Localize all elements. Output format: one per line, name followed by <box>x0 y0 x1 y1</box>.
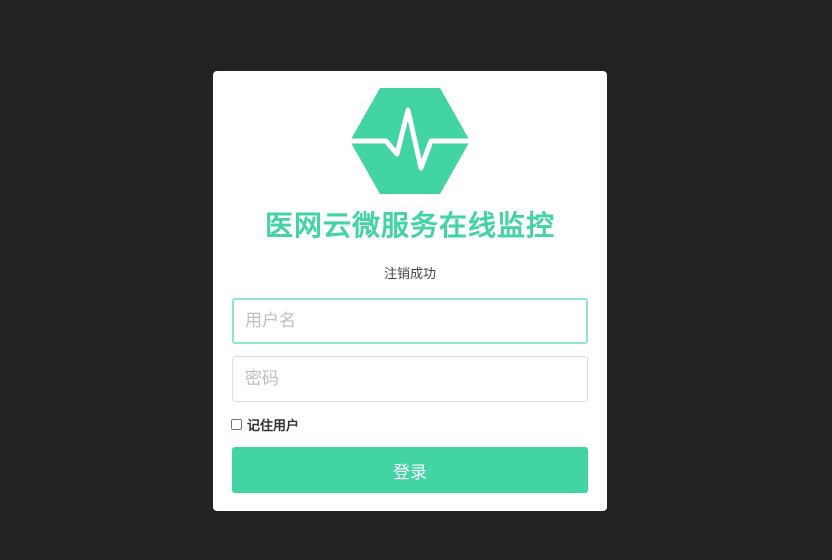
logout-success-message: 注销成功 <box>383 267 436 282</box>
remember-user-label: 记住用户 <box>247 418 300 434</box>
login-button[interactable]: 登录 <box>232 447 588 493</box>
password-input[interactable] <box>232 356 588 402</box>
username-input[interactable] <box>232 298 588 344</box>
heartbeat-hexagon-icon <box>350 88 470 194</box>
remember-user-checkbox[interactable] <box>231 418 242 430</box>
remember-user-option[interactable]: 记住用户 <box>231 414 299 434</box>
app-title: 医网云微服务在线监控 <box>264 209 555 242</box>
login-card: 医网云微服务在线监控 注销成功 记住用户 登录 <box>213 71 607 511</box>
